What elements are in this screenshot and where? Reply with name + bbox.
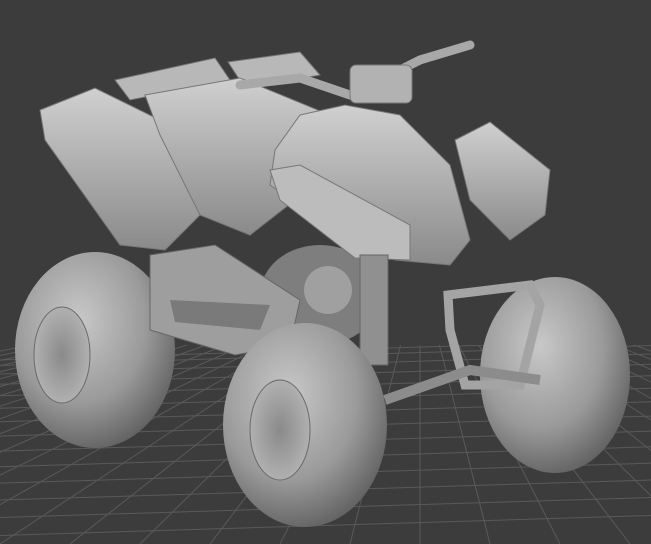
front-left-tire [223,323,387,527]
3d-viewport[interactable] [0,0,651,544]
headlight-pod [349,64,413,104]
front-suspension [359,254,389,366]
viewport-canvas [0,0,651,544]
engine-cover [304,266,352,314]
